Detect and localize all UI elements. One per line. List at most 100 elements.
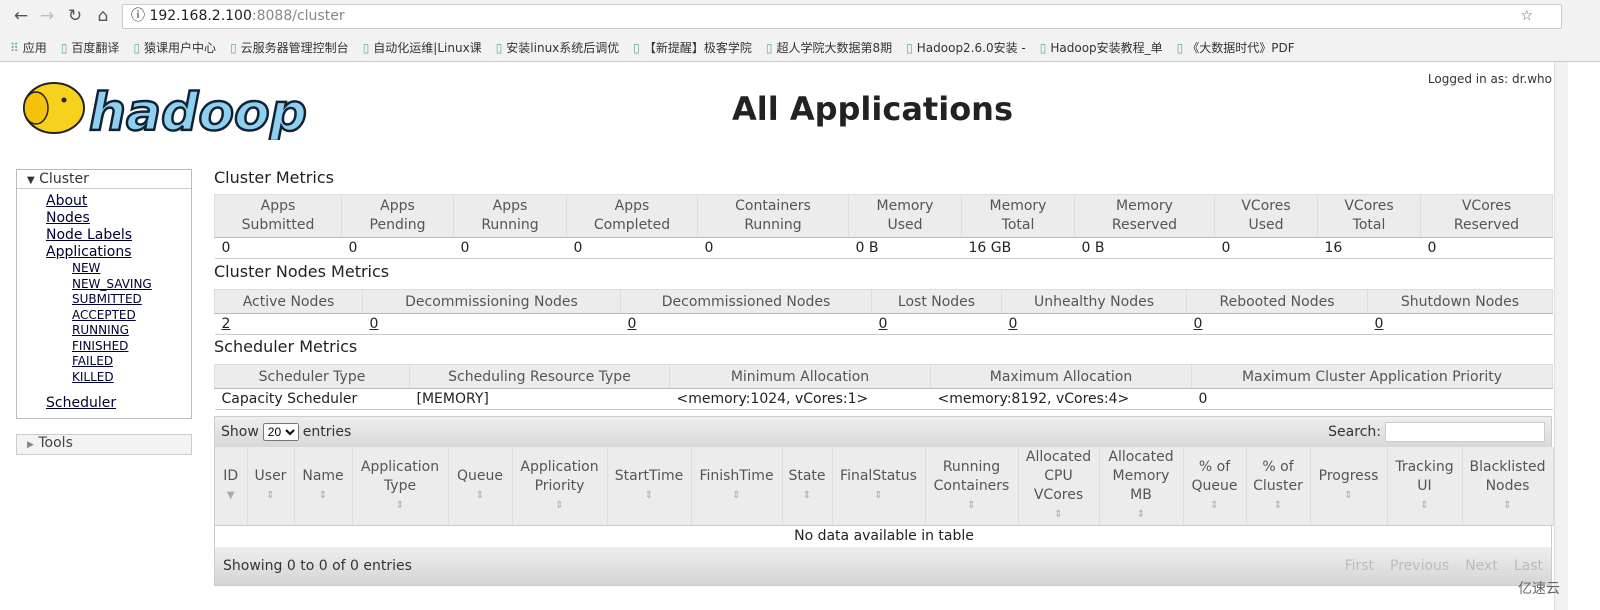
bookmark-icon: ▯ bbox=[60, 40, 68, 55]
sort-icon: ⇕ bbox=[318, 490, 328, 501]
column-header-finalstatus[interactable]: FinalStatus ⇕ bbox=[832, 447, 926, 526]
sort-icon: ⇕ bbox=[967, 499, 976, 511]
column-label: State bbox=[788, 468, 826, 484]
sidebar-state-submitted[interactable]: SUBMITTED bbox=[17, 292, 191, 308]
column-header-queue[interactable]: Queue ⇕ bbox=[448, 447, 513, 526]
metric-header-line2: Used bbox=[1248, 217, 1284, 233]
nodes-metric-link[interactable]: 0 bbox=[628, 316, 637, 332]
nodes-metric-header: Active Nodes bbox=[214, 289, 363, 314]
sidebar-link-scheduler[interactable]: Scheduler bbox=[17, 395, 191, 412]
scrollbar[interactable] bbox=[1554, 62, 1568, 610]
pager-next[interactable]: Next bbox=[1465, 558, 1498, 574]
search-label: Search: bbox=[1328, 424, 1381, 440]
bookmark-item[interactable]: ▯ 超人学院大数据第8期 bbox=[766, 39, 892, 56]
nodes-metric-link[interactable]: 0 bbox=[879, 316, 888, 332]
nodes-metric-cell: 0 bbox=[620, 313, 872, 335]
column-header-name[interactable]: Name ⇕ bbox=[294, 447, 353, 526]
sort-icon: ⇕ bbox=[1420, 499, 1429, 511]
metric-header: Apps Submitted bbox=[214, 194, 342, 238]
sidebar: ▼ Cluster About Nodes Node Labels Applicati… bbox=[16, 169, 192, 419]
address-bar[interactable]: ⓘ 192.168.2.100:8088/cluster ☆ bbox=[122, 4, 1562, 29]
pager-first[interactable]: First bbox=[1345, 558, 1374, 574]
sidebar-link-node-labels[interactable]: Node Labels bbox=[17, 227, 191, 244]
star-icon[interactable]: ☆ bbox=[1520, 5, 1533, 28]
column-header-allocated-cpu-vcores[interactable]: Allocated CPU VCores ⇕ bbox=[1018, 447, 1100, 526]
bookmark-item[interactable]: ▯ 云服务器管理控制台 bbox=[230, 39, 349, 56]
sidebar-cluster-header[interactable]: ▼ Cluster bbox=[17, 170, 191, 189]
column-label: Allocated CPU VCores bbox=[1025, 449, 1092, 503]
bookmark-item[interactable]: ▯ 【新提醒】极客学院 bbox=[633, 39, 752, 56]
sidebar-state-new[interactable]: NEW bbox=[17, 261, 191, 277]
bookmark-icon: ▯ bbox=[906, 40, 913, 55]
column-header--of-cluster[interactable]: % of Cluster ⇕ bbox=[1246, 447, 1311, 526]
column-header-tracking-ui[interactable]: Tracking UI ⇕ bbox=[1387, 447, 1463, 526]
sort-icon: ⇕ bbox=[644, 490, 654, 501]
nodes-metric-link[interactable]: 0 bbox=[1009, 316, 1018, 332]
sidebar-link-applications[interactable]: Applications bbox=[17, 244, 191, 261]
bookmark-icon: ▯ bbox=[362, 40, 370, 55]
cluster-metrics-title: Cluster Metrics bbox=[214, 168, 334, 187]
column-header-progress[interactable]: Progress ⇕ bbox=[1310, 447, 1388, 526]
metric-header-line1: VCores bbox=[1241, 198, 1291, 214]
bookmark-item[interactable]: ▯ 百度翻译 bbox=[61, 39, 120, 56]
show-label: Show bbox=[221, 424, 259, 440]
bookmark-label: 超人学院大数据第8期 bbox=[776, 40, 893, 55]
metric-value: 0 bbox=[697, 237, 849, 259]
bookmark-item[interactable]: ▯ 《大数据时代》PDF bbox=[1177, 39, 1295, 56]
sort-icon: ⇕ bbox=[1273, 499, 1283, 511]
reload-icon[interactable]: ↻ bbox=[64, 6, 86, 26]
browser-chrome: ← → ↻ ⌂ ⓘ 192.168.2.100:8088/cluster ☆ ⠿… bbox=[0, 0, 1600, 62]
sidebar-link-nodes[interactable]: Nodes bbox=[17, 210, 191, 227]
nodes-metric-link[interactable]: 0 bbox=[1194, 316, 1203, 332]
column-header-state[interactable]: State ⇕ bbox=[782, 447, 833, 526]
sort-icon: ⇕ bbox=[1210, 499, 1219, 511]
metric-header-line2: Total bbox=[1001, 217, 1035, 233]
bookmark-item[interactable]: ▯ Hadoop安装教程_单 bbox=[1040, 39, 1163, 56]
nodes-metrics-table: Active Nodes Decommissioning Nodes Decommi… bbox=[214, 289, 1553, 335]
metric-header-line2: Completed bbox=[593, 217, 671, 233]
column-header-application-type[interactable]: Application Type ⇕ bbox=[352, 447, 449, 526]
column-header-finishtime[interactable]: FinishTime ⇕ bbox=[691, 447, 783, 526]
sidebar-state-killed[interactable]: KILLED bbox=[17, 370, 191, 386]
sidebar-state-running[interactable]: RUNNING bbox=[17, 323, 191, 339]
metric-header: Memory Reserved bbox=[1074, 194, 1215, 238]
sidebar-link-about[interactable]: About bbox=[17, 193, 191, 210]
nodes-metric-link[interactable]: 2 bbox=[222, 316, 231, 332]
forward-icon[interactable]: → bbox=[36, 6, 58, 26]
bookmark-item[interactable]: ▯ 猿课用户中心 bbox=[133, 39, 216, 56]
bookmark-item[interactable]: ▯ 安装linux系统后调优 bbox=[496, 39, 620, 56]
column-header-blacklisted-nodes[interactable]: Blacklisted Nodes ⇕ bbox=[1462, 447, 1554, 526]
bookmark-label: 猿课用户中心 bbox=[144, 40, 217, 55]
column-header-id[interactable]: ID ▼ bbox=[215, 447, 248, 526]
metric-header: Apps Completed bbox=[566, 194, 698, 238]
bookmark-item[interactable]: ▯ 自动化运维|Linux课 bbox=[363, 39, 482, 56]
sidebar-tools-header[interactable]: ▶ Tools bbox=[16, 434, 192, 455]
home-icon[interactable]: ⌂ bbox=[92, 6, 114, 26]
bookmark-item[interactable]: ⠿ 应用 bbox=[10, 39, 47, 56]
column-header-application-priority[interactable]: Application Priority ⇕ bbox=[512, 447, 608, 526]
table-footer: Showing 0 to 0 of 0 entries First Previou… bbox=[215, 546, 1551, 585]
pager-previous[interactable]: Previous bbox=[1390, 558, 1449, 574]
column-header-allocated-memory-mb[interactable]: Allocated Memory MB ⇕ bbox=[1099, 447, 1184, 526]
column-header-running-containers[interactable]: Running Containers ⇕ bbox=[925, 447, 1019, 526]
column-header-starttime[interactable]: StartTime ⇕ bbox=[607, 447, 692, 526]
bookmark-item[interactable]: ▯ Hadoop2.6.0安装 - bbox=[906, 39, 1026, 56]
metric-value: 16 GB bbox=[961, 237, 1075, 259]
metric-header-line2: Running bbox=[744, 217, 802, 233]
back-icon[interactable]: ← bbox=[10, 6, 32, 26]
entries-select[interactable]: 20 bbox=[262, 423, 299, 441]
nodes-metric-cell: 0 bbox=[1186, 313, 1368, 335]
metric-header: Containers Running bbox=[697, 194, 849, 238]
column-header-user[interactable]: User ⇕ bbox=[247, 447, 295, 526]
sort-icon: ⇕ bbox=[802, 490, 812, 501]
sidebar-state-new_saving[interactable]: NEW_SAVING bbox=[17, 277, 191, 293]
pagination: First Previous Next Last bbox=[1345, 558, 1543, 574]
pager-last[interactable]: Last bbox=[1514, 558, 1543, 574]
nodes-metric-link[interactable]: 0 bbox=[1375, 316, 1384, 332]
sidebar-state-failed[interactable]: FAILED bbox=[17, 354, 191, 370]
sidebar-state-accepted[interactable]: ACCEPTED bbox=[17, 308, 191, 324]
sidebar-state-finished[interactable]: FINISHED bbox=[17, 339, 191, 355]
nodes-metric-link[interactable]: 0 bbox=[370, 316, 379, 332]
column-header--of-queue[interactable]: % of Queue ⇕ bbox=[1183, 447, 1247, 526]
search-input[interactable] bbox=[1385, 422, 1545, 442]
